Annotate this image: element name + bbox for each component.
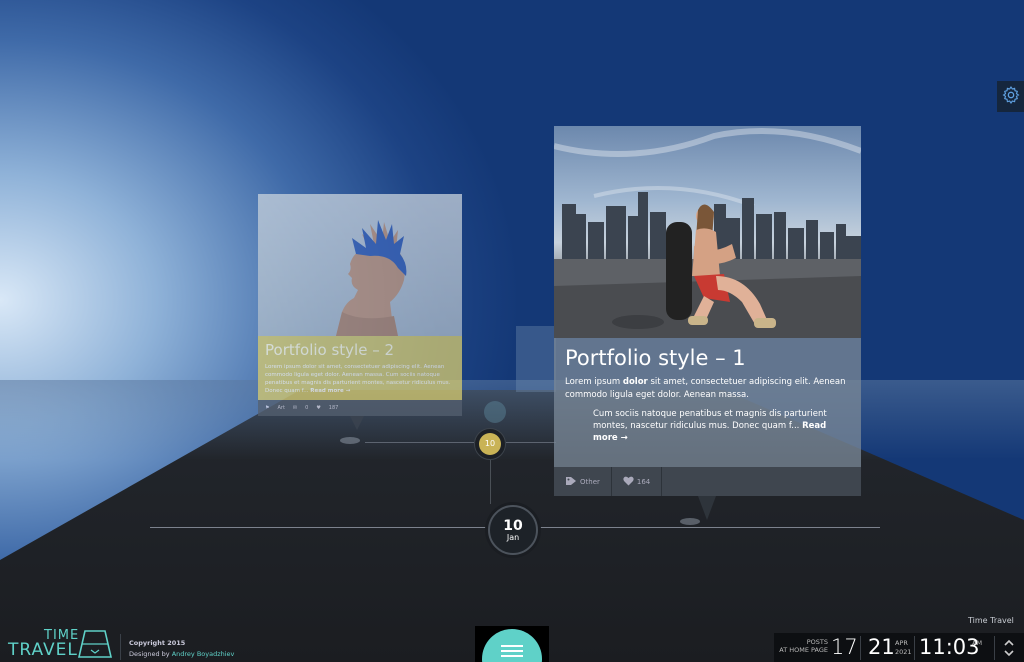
- chevron-down-icon: [1004, 650, 1014, 657]
- footer-separator: [120, 634, 121, 660]
- scroll-arrows[interactable]: [1000, 636, 1018, 660]
- card-title[interactable]: Portfolio style – 2: [265, 341, 455, 359]
- comment-icon: ✉: [292, 405, 298, 411]
- card-likes[interactable]: 187: [329, 405, 339, 411]
- card-tag[interactable]: Art: [277, 405, 284, 411]
- card-body: Portfolio style – 1 Lorem ipsum dolor si…: [554, 338, 861, 467]
- timeline-date-secondary[interactable]: 10: [474, 428, 506, 460]
- designed-by-label: Designed by: [129, 650, 172, 658]
- clock-ampm: AM: [972, 639, 983, 647]
- p2-text: Cum sociis natoque penatibus et magnis d…: [593, 409, 827, 431]
- card-excerpt: Lorem ipsum dolor sit amet, consectetuer…: [265, 363, 455, 395]
- date-year: 2021: [895, 648, 912, 656]
- card-image[interactable]: [554, 126, 861, 338]
- date-month: APR: [895, 639, 908, 647]
- timeline-marker[interactable]: [340, 437, 360, 444]
- card-tag-item[interactable]: Other: [554, 467, 612, 496]
- card-paragraph-1: Lorem ipsum dolor sit amet, consectetuer…: [565, 376, 850, 402]
- menu-button[interactable]: [482, 629, 542, 662]
- p1-text-a: Lorem ipsum: [565, 377, 623, 387]
- timeline-line-left: [150, 527, 488, 528]
- timeline-line-right: [540, 527, 880, 528]
- section-label: Time Travel: [968, 616, 1014, 625]
- card-paragraph-2: Cum sociis natoque penatibus et magnis d…: [593, 408, 850, 444]
- divider: [860, 636, 861, 660]
- card-body: Portfolio style – 2 Lorem ipsum dolor si…: [258, 336, 462, 400]
- posts-label-1: POSTS: [806, 638, 828, 646]
- logo[interactable]: TIME TRAVEL: [8, 628, 112, 660]
- clock-time: 11:03: [919, 635, 980, 659]
- tag-icon: [565, 476, 577, 488]
- timeline-line-far-right: [506, 442, 556, 443]
- card-likes[interactable]: 164: [637, 478, 650, 486]
- card-meta: ⚑ Art ✉ 0 ♥ 187: [258, 400, 462, 416]
- copyright-text: Copyright 2015: [129, 639, 186, 647]
- card-tag[interactable]: Other: [580, 478, 600, 486]
- logo-mark: [78, 630, 112, 658]
- card-image[interactable]: [258, 194, 462, 336]
- copyright: Copyright 2015 Designed by Andrey Boyadz…: [129, 638, 234, 660]
- chevron-up-icon: [1004, 639, 1014, 646]
- main-day: 10: [503, 517, 523, 534]
- posts-label-2: AT HOME PAGE: [779, 646, 828, 654]
- read-more-link[interactable]: Read more →: [310, 388, 350, 394]
- card-title[interactable]: Portfolio style – 1: [565, 346, 850, 370]
- secondary-day: 10: [479, 433, 501, 455]
- heart-icon: [623, 476, 634, 488]
- settings-button[interactable]: [997, 81, 1024, 112]
- portfolio-card-2[interactable]: Portfolio style – 2 Lorem ipsum dolor si…: [258, 194, 462, 430]
- divider: [914, 636, 915, 660]
- card-pointer: [350, 416, 364, 430]
- timeline-date-distant[interactable]: [484, 401, 506, 423]
- status-bar: POSTS AT HOME PAGE 17 21 APR 2021 11:03 AM: [774, 633, 1024, 662]
- heart-icon: ♥: [316, 405, 321, 411]
- card-excerpt-text: Lorem ipsum dolor sit amet, consectetuer…: [265, 364, 451, 394]
- designed-by: Designed by Andrey Boyadzhiev: [129, 649, 234, 660]
- designer-link[interactable]: Andrey Boyadzhiev: [172, 650, 235, 658]
- posts-count: 17: [831, 635, 858, 659]
- divider: [994, 636, 995, 660]
- distant-card[interactable]: [516, 326, 556, 392]
- date-month-year: APR 2021: [895, 639, 912, 657]
- menu-container: [475, 626, 549, 662]
- card-pointer: [698, 496, 716, 520]
- timeline-date-main[interactable]: 10 Jan: [488, 505, 538, 555]
- card-comments: 0: [305, 405, 309, 411]
- gear-icon: [1001, 85, 1021, 109]
- date-day: 21: [868, 635, 895, 659]
- card-meta: Other 164: [554, 467, 861, 496]
- timeline-line-far-left: [365, 442, 474, 443]
- p1-bold: dolor: [622, 377, 648, 387]
- tag-icon: ⚑: [265, 405, 270, 411]
- main-month: Jan: [506, 532, 520, 542]
- timeline-marker[interactable]: [680, 518, 700, 525]
- logo-line-2: TRAVEL: [8, 640, 78, 660]
- floor-fade: [0, 380, 1024, 460]
- timeline-line-vertical: [490, 460, 491, 504]
- card-likes-item[interactable]: 164: [612, 467, 663, 496]
- portfolio-card-1[interactable]: Portfolio style – 1 Lorem ipsum dolor si…: [554, 126, 861, 520]
- posts-label: POSTS AT HOME PAGE: [774, 638, 828, 654]
